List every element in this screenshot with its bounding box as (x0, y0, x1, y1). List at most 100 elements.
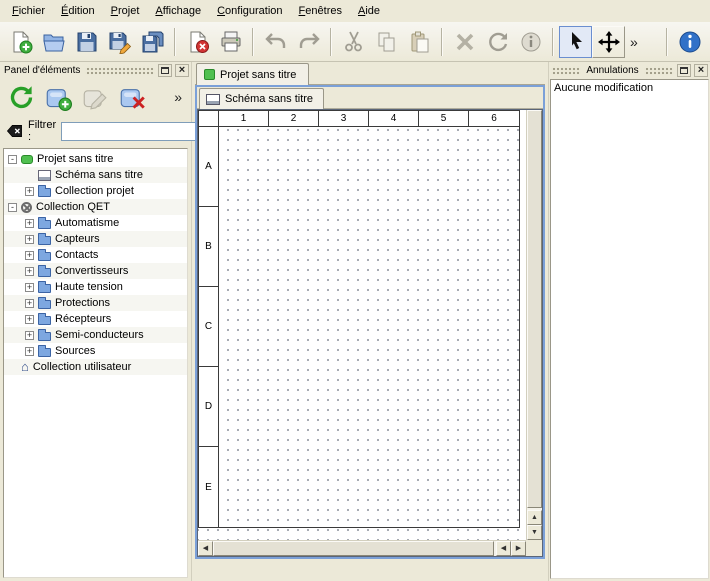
undo-button[interactable] (259, 26, 292, 58)
expand-expander-icon[interactable]: + (25, 187, 34, 196)
expand-expander-icon[interactable]: + (25, 315, 34, 324)
expand-expander-icon[interactable]: + (25, 267, 34, 276)
reload-collections-button[interactable] (4, 81, 38, 114)
save-button[interactable] (70, 26, 103, 58)
scroll-down-button[interactable]: ▼ (527, 525, 542, 540)
scroll-left-button-2[interactable]: ◀ (496, 541, 511, 556)
row-header: B (199, 207, 219, 287)
new-element-icon (45, 84, 72, 111)
horizontal-scrollbar[interactable]: ◀ ◀ ▶ (198, 540, 526, 556)
dock-handle[interactable] (85, 66, 155, 75)
expand-expander-icon[interactable]: + (25, 283, 34, 292)
diagram-tab-label: Schéma sans titre (225, 93, 313, 105)
tab-project[interactable]: Projet sans titre (196, 63, 309, 85)
delete-button[interactable] (448, 26, 481, 58)
delete-element-button[interactable] (115, 81, 149, 114)
tab-diagram[interactable]: Schéma sans titre (199, 88, 324, 109)
copy-icon (375, 30, 399, 54)
collapse-expander-icon[interactable]: - (8, 155, 17, 164)
row-header: A (199, 127, 219, 207)
menu-aide[interactable]: Aide (350, 2, 388, 20)
folder-icon (38, 284, 51, 293)
select-mode-button[interactable] (559, 26, 592, 58)
delete-icon (453, 30, 477, 54)
undo-panel-titlebar[interactable]: Annulations × (549, 62, 710, 78)
new-document-button[interactable] (4, 26, 37, 58)
horizontal-scrollbar-thumb[interactable] (213, 541, 494, 556)
right-arrow-icon: ▶ (516, 545, 521, 552)
tree-item-capteurs[interactable]: + Capteurs (4, 231, 187, 247)
scroll-up-button[interactable]: ▲ (527, 510, 542, 525)
save-as-button[interactable] (103, 26, 136, 58)
diagram-canvas[interactable]: 1 2 3 4 5 6 A B C D (198, 110, 526, 540)
vertical-scrollbar[interactable]: ▲ ▼ (526, 110, 542, 540)
clear-filter-button[interactable] (6, 122, 23, 140)
redo-button[interactable] (292, 26, 325, 58)
toolbar-overflow-button[interactable]: » (625, 34, 643, 50)
menu-fichier[interactable]: Fichier (4, 2, 53, 20)
new-element-button[interactable] (41, 81, 75, 114)
menu-edition[interactable]: Édition (53, 2, 103, 20)
filter-input[interactable] (61, 122, 211, 141)
tree-item-protections[interactable]: + Protections (4, 295, 187, 311)
open-document-button[interactable] (37, 26, 70, 58)
edit-element-icon (82, 84, 109, 111)
float-icon (680, 67, 688, 74)
tree-item-diagram[interactable]: Schéma sans titre (4, 167, 187, 183)
row-header: C (199, 287, 219, 367)
toolbar-separator (330, 28, 332, 56)
undo-panel-title: Annulations (584, 65, 640, 76)
paste-button[interactable] (403, 26, 436, 58)
expand-expander-icon[interactable]: + (25, 251, 34, 260)
expand-expander-icon[interactable]: + (25, 331, 34, 340)
menu-affichage[interactable]: Affichage (147, 2, 209, 20)
edit-element-button[interactable] (78, 81, 112, 114)
tree-item-sources[interactable]: + Sources (4, 343, 187, 359)
qet-collection-icon (21, 202, 32, 213)
elements-panel-dock: Panel d'éléments × » (0, 62, 192, 581)
close-icon: × (698, 66, 704, 75)
menu-configuration[interactable]: Configuration (209, 2, 290, 20)
scrollbar-corner (526, 540, 542, 556)
copy-button[interactable] (370, 26, 403, 58)
tree-item-collection-utilisateur[interactable]: ⌂ Collection utilisateur (4, 359, 187, 375)
dock-handle[interactable] (551, 66, 581, 75)
tree-item-haute-tension[interactable]: + Haute tension (4, 279, 187, 295)
tree-item-recepteurs[interactable]: + Récepteurs (4, 311, 187, 327)
tree-item-collection-qet[interactable]: - Collection QET (4, 199, 187, 215)
folder-icon (38, 300, 51, 309)
tree-item-convertisseurs[interactable]: + Convertisseurs (4, 263, 187, 279)
scroll-mode-button[interactable] (592, 26, 625, 58)
tree-item-project[interactable]: - Projet sans titre (4, 151, 187, 167)
menu-projet[interactable]: Projet (103, 2, 148, 20)
project-window: Schéma sans titre 1 2 3 4 5 (195, 85, 545, 559)
tree-item-automatisme[interactable]: + Automatisme (4, 215, 187, 231)
about-button[interactable] (673, 26, 706, 58)
close-dock-button[interactable]: × (694, 64, 708, 77)
diagram-icon (206, 94, 220, 105)
expand-expander-icon[interactable]: + (25, 219, 34, 228)
cut-button[interactable] (337, 26, 370, 58)
close-document-button[interactable] (181, 26, 214, 58)
float-dock-button[interactable] (158, 64, 172, 77)
collapse-expander-icon[interactable]: - (8, 203, 17, 212)
save-all-button[interactable] (136, 26, 169, 58)
scroll-left-button[interactable]: ◀ (198, 541, 213, 556)
expand-expander-icon[interactable]: + (25, 235, 34, 244)
vertical-scrollbar-thumb[interactable] (527, 110, 542, 508)
object-info-button[interactable] (514, 26, 547, 58)
elements-panel-titlebar[interactable]: Panel d'éléments × (0, 62, 191, 78)
expand-expander-icon[interactable]: + (25, 299, 34, 308)
close-dock-button[interactable]: × (175, 64, 189, 77)
tree-item-collection-projet[interactable]: + Collection projet (4, 183, 187, 199)
menu-fenetres[interactable]: Fenêtres (291, 2, 350, 20)
scroll-right-button[interactable]: ▶ (511, 541, 526, 556)
expand-expander-icon[interactable]: + (25, 347, 34, 356)
panel-overflow-button[interactable]: » (169, 89, 187, 105)
float-dock-button[interactable] (677, 64, 691, 77)
print-button[interactable] (214, 26, 247, 58)
tree-item-semi-conducteurs[interactable]: + Semi-conducteurs (4, 327, 187, 343)
rotate-button[interactable] (481, 26, 514, 58)
dock-handle[interactable] (644, 66, 674, 75)
tree-item-contacts[interactable]: + Contacts (4, 247, 187, 263)
